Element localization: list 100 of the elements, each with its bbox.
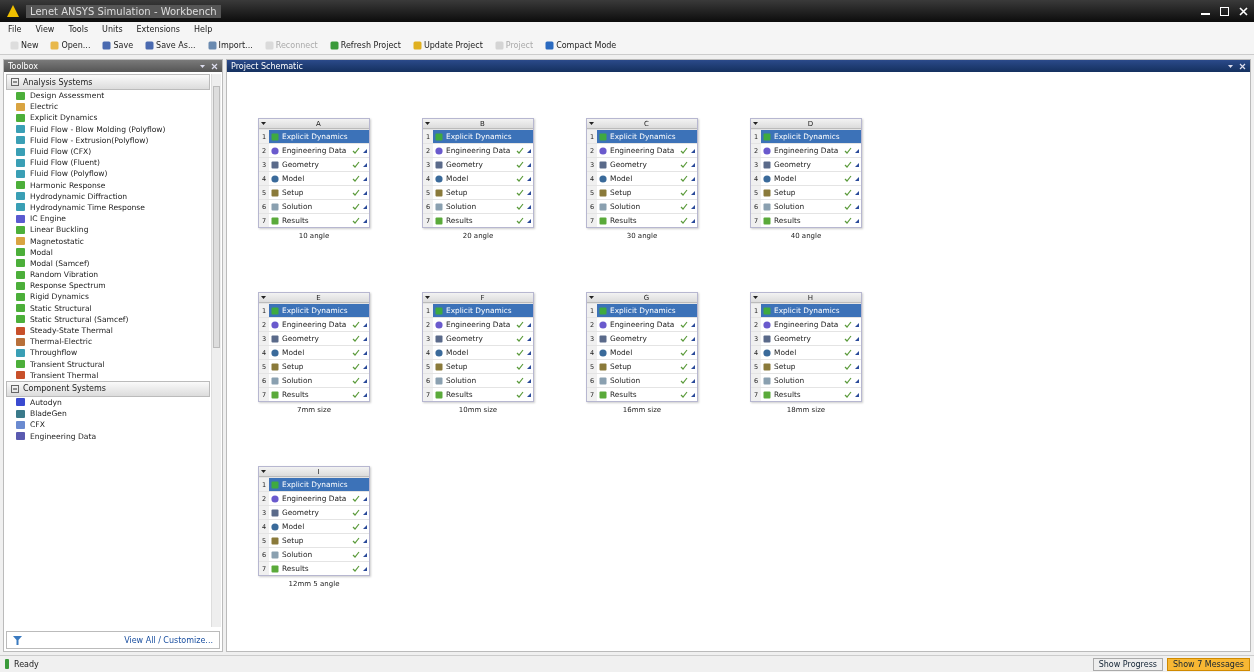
menu-item[interactable]: Units bbox=[102, 24, 123, 34]
progress-button[interactable]: Show Progress bbox=[1092, 657, 1163, 671]
corner-arrow-icon bbox=[527, 364, 531, 369]
group-header[interactable]: Analysis Systems bbox=[6, 74, 210, 90]
sphere-icon bbox=[763, 146, 771, 155]
pane-title: Toolbox bbox=[8, 61, 38, 71]
corner-arrow-icon bbox=[363, 218, 367, 223]
corner-arrow-icon bbox=[855, 204, 859, 209]
corner-arrow-icon bbox=[527, 350, 531, 355]
toolbar-icon bbox=[329, 40, 339, 50]
corner-arrow-icon bbox=[527, 392, 531, 397]
dropdown-icon[interactable] bbox=[1227, 62, 1234, 70]
corner-arrow-icon bbox=[527, 162, 531, 167]
menu-item[interactable]: Extensions bbox=[136, 24, 180, 34]
corner-arrow-icon bbox=[363, 148, 367, 153]
corner-arrow-icon bbox=[691, 204, 695, 209]
corner-arrow-icon bbox=[691, 218, 695, 223]
toolbar-button[interactable]: Save bbox=[100, 40, 136, 50]
collapse-icon bbox=[11, 384, 19, 393]
toolbar-icon bbox=[10, 40, 19, 50]
corner-arrow-icon bbox=[691, 350, 695, 355]
corner-arrow-icon bbox=[527, 322, 531, 327]
corner-arrow-icon bbox=[363, 190, 367, 195]
toolbar-icon bbox=[412, 40, 422, 50]
corner-arrow-icon bbox=[363, 162, 367, 167]
toolbar-icon bbox=[264, 40, 274, 50]
corner-arrow-icon bbox=[855, 218, 859, 223]
corner-arrow-icon bbox=[363, 566, 367, 571]
corner-arrow-icon bbox=[527, 378, 531, 383]
menu-item[interactable]: File bbox=[8, 24, 22, 34]
dropdown-icon[interactable] bbox=[587, 120, 596, 127]
corner-arrow-icon bbox=[855, 378, 859, 383]
dropdown-icon[interactable] bbox=[751, 294, 760, 301]
corner-arrow-icon bbox=[363, 378, 367, 383]
corner-arrow-icon bbox=[363, 538, 367, 543]
close-icon[interactable] bbox=[1239, 62, 1246, 70]
corner-arrow-icon bbox=[527, 204, 531, 209]
dropdown-icon[interactable] bbox=[587, 294, 596, 301]
toolbar-icon bbox=[102, 40, 112, 50]
corner-arrow-icon bbox=[855, 148, 859, 153]
corner-arrow-icon bbox=[855, 190, 859, 195]
corner-arrow-icon bbox=[691, 392, 695, 397]
corner-arrow-icon bbox=[363, 392, 367, 397]
toolbar-icon bbox=[50, 40, 60, 50]
corner-arrow-icon bbox=[527, 148, 531, 153]
toolbar-icon bbox=[207, 40, 217, 50]
corner-arrow-icon bbox=[363, 322, 367, 327]
toolbar-button[interactable]: Refresh Project bbox=[327, 40, 403, 50]
corner-arrow-icon bbox=[363, 336, 367, 341]
corner-arrow-icon bbox=[855, 322, 859, 327]
window-title: Lenet ANSYS Simulation - Workbench bbox=[26, 4, 221, 18]
corner-arrow-icon bbox=[691, 148, 695, 153]
toolbar-button[interactable]: Save As... bbox=[143, 40, 198, 50]
toolbar-button[interactable]: Compact Mode bbox=[543, 40, 619, 50]
toolbar-button[interactable]: New bbox=[8, 40, 41, 50]
maximize-icon[interactable] bbox=[1220, 6, 1229, 16]
corner-arrow-icon bbox=[691, 364, 695, 369]
collapse-icon bbox=[11, 78, 19, 86]
corner-arrow-icon bbox=[855, 336, 859, 341]
corner-arrow-icon bbox=[527, 176, 531, 181]
toolbar-button[interactable]: Import... bbox=[205, 40, 255, 50]
view-all-link[interactable]: View All / Customize... bbox=[124, 635, 213, 645]
status-text: Ready bbox=[14, 659, 39, 669]
corner-arrow-icon bbox=[363, 552, 367, 557]
corner-arrow-icon bbox=[363, 524, 367, 529]
dropdown-icon[interactable] bbox=[259, 120, 268, 127]
menu-item[interactable]: Tools bbox=[68, 24, 89, 34]
corner-arrow-icon bbox=[363, 350, 367, 355]
corner-arrow-icon bbox=[527, 336, 531, 341]
sphere-icon bbox=[271, 494, 279, 503]
corner-arrow-icon bbox=[855, 392, 859, 397]
filter-icon[interactable] bbox=[13, 635, 22, 645]
menu-item[interactable]: Help bbox=[194, 24, 213, 34]
corner-arrow-icon bbox=[691, 190, 695, 195]
sphere-icon bbox=[271, 320, 279, 329]
dropdown-icon[interactable] bbox=[423, 294, 432, 301]
dropdown-icon[interactable] bbox=[423, 120, 432, 127]
sphere-icon bbox=[271, 146, 279, 155]
messages-button[interactable]: Show 7 Messages bbox=[1167, 657, 1250, 671]
corner-arrow-icon bbox=[363, 176, 367, 181]
corner-arrow-icon bbox=[363, 510, 367, 515]
corner-arrow-icon bbox=[855, 350, 859, 355]
toolbar-icon bbox=[545, 40, 555, 50]
toolbar-icon bbox=[145, 40, 155, 50]
corner-arrow-icon bbox=[691, 336, 695, 341]
status-icon bbox=[4, 659, 10, 669]
dropdown-icon[interactable] bbox=[259, 468, 268, 475]
sphere-icon bbox=[435, 146, 443, 155]
scrollbar[interactable] bbox=[211, 74, 221, 627]
toolbar-icon bbox=[494, 40, 504, 50]
toolbar-button[interactable]: Open... bbox=[48, 40, 93, 50]
group-header[interactable]: Component Systems bbox=[6, 380, 210, 397]
menu-item[interactable]: View bbox=[35, 24, 55, 34]
corner-arrow-icon bbox=[855, 364, 859, 369]
sphere-icon bbox=[599, 320, 607, 329]
corner-arrow-icon bbox=[691, 322, 695, 327]
toolbar-button[interactable]: Update Project bbox=[410, 40, 485, 50]
dropdown-icon[interactable] bbox=[751, 120, 760, 127]
dropdown-icon[interactable] bbox=[259, 294, 268, 301]
corner-arrow-icon bbox=[363, 204, 367, 209]
